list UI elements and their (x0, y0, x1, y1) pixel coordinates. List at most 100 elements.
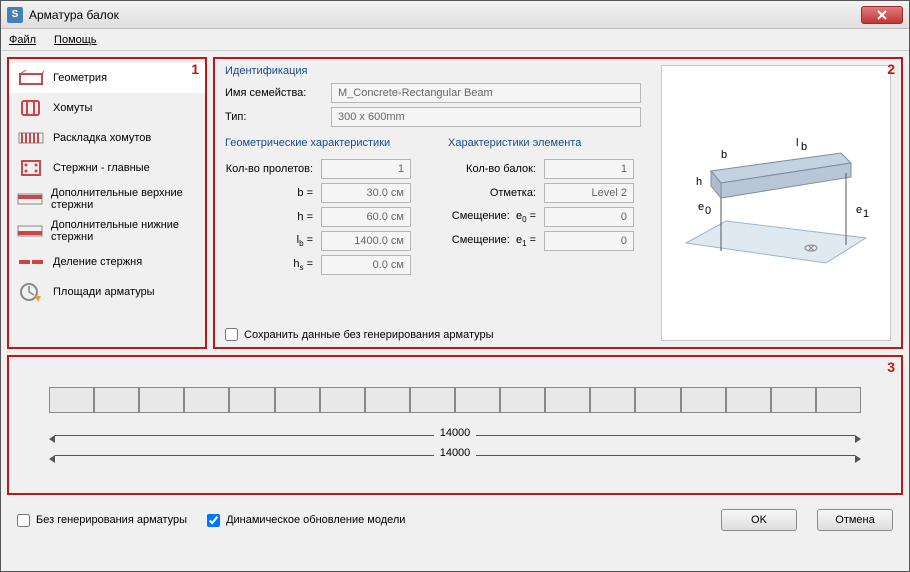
beam-segment (275, 387, 320, 413)
h-input[interactable] (321, 207, 411, 227)
main-bars-icon (17, 157, 45, 179)
close-button[interactable] (861, 6, 903, 24)
titlebar: S Арматура балок (1, 1, 909, 29)
sidebar-item-label: Геометрия (53, 72, 107, 84)
sidebar-item-stirrups[interactable]: Хомуты (9, 93, 205, 123)
e1-input[interactable] (544, 231, 634, 251)
dynamic-update-checkbox[interactable] (207, 514, 220, 527)
rebar-areas-icon (17, 281, 45, 303)
save-no-generate-label: Сохранить данные без генерирования армат… (244, 329, 494, 341)
family-label: Имя семейства: (225, 87, 325, 99)
e0-input[interactable] (544, 207, 634, 227)
lb-label: lb = (225, 234, 321, 248)
footer: Без генерирования арматуры Динамическое … (7, 501, 903, 539)
window-title: Арматура балок (29, 8, 861, 22)
b-label: b = (225, 187, 321, 199)
beam-segment (500, 387, 545, 413)
svg-text:0: 0 (705, 205, 711, 217)
geometry-group: Геометрические характеристики Кол-во про… (225, 137, 428, 279)
element-group: Характеристики элемента Кол-во балок: От… (448, 137, 651, 279)
beam-segment (184, 387, 229, 413)
save-no-generate-checkbox[interactable] (225, 328, 238, 341)
beam-count-input[interactable] (544, 159, 634, 179)
level-label: Отметка: (448, 187, 544, 199)
cancel-button[interactable]: Отмена (817, 509, 893, 531)
type-input[interactable] (331, 107, 641, 127)
zone-marker-3: 3 (887, 359, 895, 375)
hs-label: hs = (225, 258, 321, 272)
stirrups-icon (17, 97, 45, 119)
svg-text:e: e (856, 204, 862, 216)
sidebar-item-extra-bottom-bars[interactable]: Дополнительные нижние стержни (9, 215, 205, 247)
ok-button[interactable]: OK (721, 509, 797, 531)
svg-text:e: e (698, 201, 704, 213)
dynamic-update-label: Динамическое обновление модели (226, 514, 405, 526)
element-title: Характеристики элемента (448, 137, 651, 149)
bar-division-icon (17, 251, 45, 273)
type-label: Тип: (225, 111, 325, 123)
dimension-value: 14000 (434, 427, 477, 439)
sidebar-item-label: Раскладка хомутов (53, 132, 151, 144)
beam-count-label: Кол-во балок: (448, 163, 544, 175)
sidebar-item-geometry[interactable]: Геометрия (9, 63, 205, 93)
svg-text:b: b (801, 141, 807, 153)
no-generate-label: Без генерирования арматуры (36, 514, 187, 526)
family-input[interactable] (331, 83, 641, 103)
beam-segment (365, 387, 410, 413)
beam-segment (726, 387, 771, 413)
menu-help[interactable]: Помощь (54, 34, 97, 46)
sidebar-item-main-bars[interactable]: Стержни - главные (9, 153, 205, 183)
sidebar-item-label: Дополнительные нижние стержни (51, 219, 197, 243)
svg-text:1: 1 (863, 208, 869, 220)
dimension-value: 14000 (434, 447, 477, 459)
beam-segment (635, 387, 680, 413)
beam-segment (681, 387, 726, 413)
sidebar-item-stirrup-layout[interactable]: Раскладка хомутов (9, 123, 205, 153)
e1-label: Смещение: e1 = (448, 234, 544, 248)
dimension-bottom: 14000 (49, 447, 861, 463)
spans-label: Кол-во пролетов: (225, 163, 321, 175)
h-label: h = (225, 211, 321, 223)
beam-segment (229, 387, 274, 413)
beam-segment (320, 387, 365, 413)
close-icon (876, 10, 888, 20)
dialog-window: S Арматура балок Файл Помощь 1 Геометрия (0, 0, 910, 572)
sidebar-item-rebar-areas[interactable]: Площади арматуры (9, 277, 205, 307)
sidebar-item-label: Стержни - главные (53, 162, 150, 174)
sidebar-item-extra-top-bars[interactable]: Дополнительные верхние стержни (9, 183, 205, 215)
beam-segment (771, 387, 816, 413)
extra-bottom-icon (17, 220, 43, 242)
stirrup-layout-icon (17, 127, 45, 149)
beam-3d-icon: lb b h e0 e1 (671, 113, 881, 293)
beam-segment (455, 387, 500, 413)
menu-file[interactable]: Файл (9, 34, 36, 46)
layout-panel: 3 14000 (7, 355, 903, 495)
b-input[interactable] (321, 183, 411, 203)
sidebar: 1 Геометрия Хомуты (7, 57, 207, 349)
content-area: 1 Геометрия Хомуты (1, 51, 909, 571)
beam-segment (410, 387, 455, 413)
zone-marker-2: 2 (887, 61, 895, 77)
hs-input[interactable] (321, 255, 411, 275)
spans-input[interactable] (321, 159, 411, 179)
svg-text:h: h (696, 176, 702, 188)
identification-group: Идентификация Имя семейства: Тип: (225, 65, 651, 131)
sidebar-item-bar-division[interactable]: Деление стержня (9, 247, 205, 277)
no-generate-checkbox[interactable] (17, 514, 30, 527)
level-input[interactable] (544, 183, 634, 203)
svg-text:b: b (721, 149, 727, 161)
identification-title: Идентификация (225, 65, 651, 77)
geometry-title: Геометрические характеристики (225, 137, 428, 149)
e0-label: Смещение: e0 = (448, 210, 544, 224)
beam-layout (49, 387, 861, 413)
beam-segment (94, 387, 139, 413)
sidebar-item-label: Деление стержня (53, 256, 142, 268)
dimension-top: 14000 (49, 427, 861, 443)
beam-segment (590, 387, 635, 413)
main-panel: 2 Идентификация Имя семейства: Тип: (213, 57, 903, 349)
sidebar-item-label: Дополнительные верхние стержни (51, 187, 197, 211)
menubar: Файл Помощь (1, 29, 909, 51)
beam-segment (49, 387, 94, 413)
beam-segment (816, 387, 861, 413)
lb-input[interactable] (321, 231, 411, 251)
